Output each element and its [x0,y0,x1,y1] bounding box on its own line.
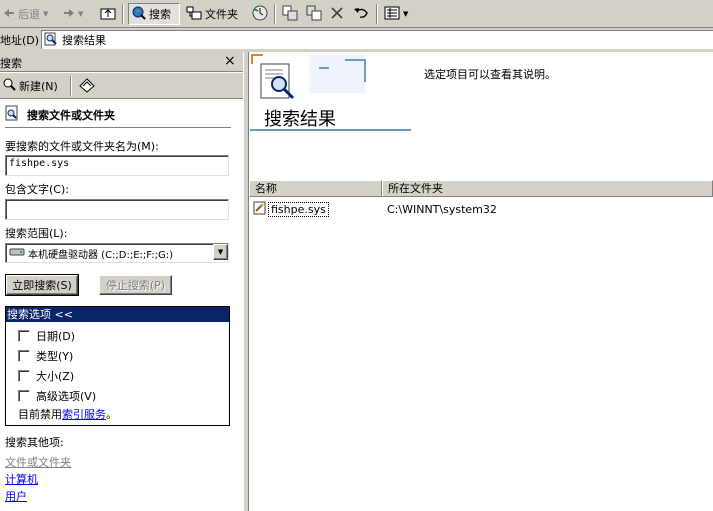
type-checkbox[interactable] [18,350,30,362]
description-text: 选定项目可以查看其说明。 [424,68,556,81]
copy-to-icon [306,5,322,24]
assistant-icon [78,77,96,96]
computers-link[interactable]: 计算机 [5,471,38,487]
look-in-label: 搜索范围(L): [5,227,68,240]
address-value: 搜索结果 [62,34,106,47]
views-button[interactable]: ▼ [381,3,411,25]
undo-icon [353,7,369,22]
address-bar: 地址(D) 搜索结果 [0,29,713,50]
look-in-value: 本机硬盘驱动器 (C:;D:;E:;F:;G:) [28,249,174,261]
back-button[interactable]: 后退 ▼ [0,3,51,25]
search-pane-toolbar: 新建(N) [0,73,243,99]
filename-label: 要搜索的文件或文件夹名为(M): [5,140,159,153]
look-in-select[interactable]: 本机硬盘驱动器 (C:;D:;E:;F:;G:) ▼ [5,243,229,263]
copy-to-button[interactable] [303,3,325,25]
new-search-label: 新建(N) [19,79,58,93]
search-doc-icon [5,105,19,124]
standard-toolbar: 后退 ▼ ▼ 搜索 文件夹 ▼ [0,0,713,28]
results-title: 搜索结果 [264,109,336,130]
index-note-suffix: 。 [106,408,117,421]
search-pane-title: 搜索 [0,57,22,70]
assistant-button[interactable] [78,77,96,96]
move-to-icon [282,5,298,24]
up-folder-icon [100,6,116,23]
address-field[interactable]: 搜索结果 [41,30,713,49]
search-globe-icon [132,6,146,23]
index-service-link[interactable]: 索引服务 [62,408,106,421]
option-type[interactable]: 类型(Y) [18,348,73,364]
search-options-panel: 搜索选项 << 日期(D) 类型(Y) 大小(Z) 高级选项(V) 目前禁用索引… [5,306,230,426]
title-underline [250,129,411,131]
folders-button[interactable]: 文件夹 [183,3,241,25]
result-folder-path: C:\WINNT\system32 [387,203,497,216]
search-label: 搜索 [149,8,171,21]
stop-search-button[interactable]: 停止搜索(P) [99,275,172,295]
containing-text-input[interactable] [5,199,229,220]
column-header-folder[interactable]: 所在文件夹 [382,180,713,197]
magnifier-doc-icon [44,32,58,49]
search-other-label: 搜索其他项: [5,436,64,449]
new-search-icon [2,77,16,94]
results-pane: 选定项目可以查看其说明。 搜索结果 名称 所在文件夹 fishpe.sys C:… [249,52,713,511]
search-section-title: 搜索文件或文件夹 [27,108,115,122]
option-advanced[interactable]: 高级选项(V) [18,388,96,404]
chevron-down-icon[interactable]: ▼ [213,244,228,260]
option-date-label: 日期(D) [36,330,76,343]
search-now-label: 立即搜索(S) [12,279,72,292]
search-button[interactable]: 搜索 [128,3,180,25]
option-type-label: 类型(Y) [36,350,74,363]
delete-icon [330,6,344,23]
undo-button[interactable] [350,3,372,25]
column-header-name[interactable]: 名称 [249,180,382,197]
forward-button[interactable]: ▼ [60,3,86,25]
move-to-button[interactable] [279,3,301,25]
history-icon [252,5,268,24]
section-divider [5,127,231,128]
search-now-button[interactable]: 立即搜索(S) [5,274,79,296]
search-results-banner-icon [249,52,369,100]
size-checkbox[interactable] [18,370,30,382]
views-dropdown-icon[interactable]: ▼ [403,10,408,18]
file-sys-icon [253,201,267,218]
folders-label: 文件夹 [205,8,238,21]
containing-text-label: 包含文字(C): [5,183,69,196]
index-note-prefix: 目前禁用 [18,408,62,421]
stop-search-label: 停止搜索(P) [105,279,166,292]
back-dropdown-icon[interactable]: ▼ [43,10,48,18]
hard-drive-icon [9,247,25,260]
files-folders-link[interactable]: 文件或文件夹 [5,454,71,470]
option-advanced-label: 高级选项(V) [36,390,97,403]
filename-input[interactable]: fishpe.sys [5,155,229,176]
option-size-label: 大小(Z) [36,370,75,383]
forward-arrow-icon [63,8,75,21]
views-icon [384,6,400,23]
result-file-name[interactable]: fishpe.sys [268,202,329,217]
search-section-heading: 搜索文件或文件夹 [5,105,115,124]
index-service-note: 目前禁用索引服务。 [18,406,117,422]
people-link[interactable]: 用户 [5,488,27,504]
search-options-header[interactable]: 搜索选项 << [6,307,229,322]
address-label: 地址(D) [0,34,40,47]
back-arrow-icon [3,8,15,21]
date-checkbox[interactable] [18,330,30,342]
result-row[interactable]: fishpe.sys C:\WINNT\system32 [251,201,711,218]
history-button[interactable] [249,3,271,25]
search-pane-titlebar: 搜索 × [0,52,243,72]
search-pane: 搜索 × 新建(N) 搜索文件或文件夹 要搜索的文件或文件夹名为(M): fis… [0,52,243,511]
close-icon[interactable]: × [224,53,236,69]
option-size[interactable]: 大小(Z) [18,368,74,384]
option-date[interactable]: 日期(D) [18,328,75,344]
folders-icon [186,6,202,23]
back-label: 后退 [18,8,40,21]
up-button[interactable] [97,3,119,25]
advanced-checkbox[interactable] [18,390,30,402]
forward-dropdown-icon[interactable]: ▼ [78,10,83,18]
delete-button[interactable] [327,3,347,25]
new-search-button[interactable]: 新建(N) [2,77,58,94]
